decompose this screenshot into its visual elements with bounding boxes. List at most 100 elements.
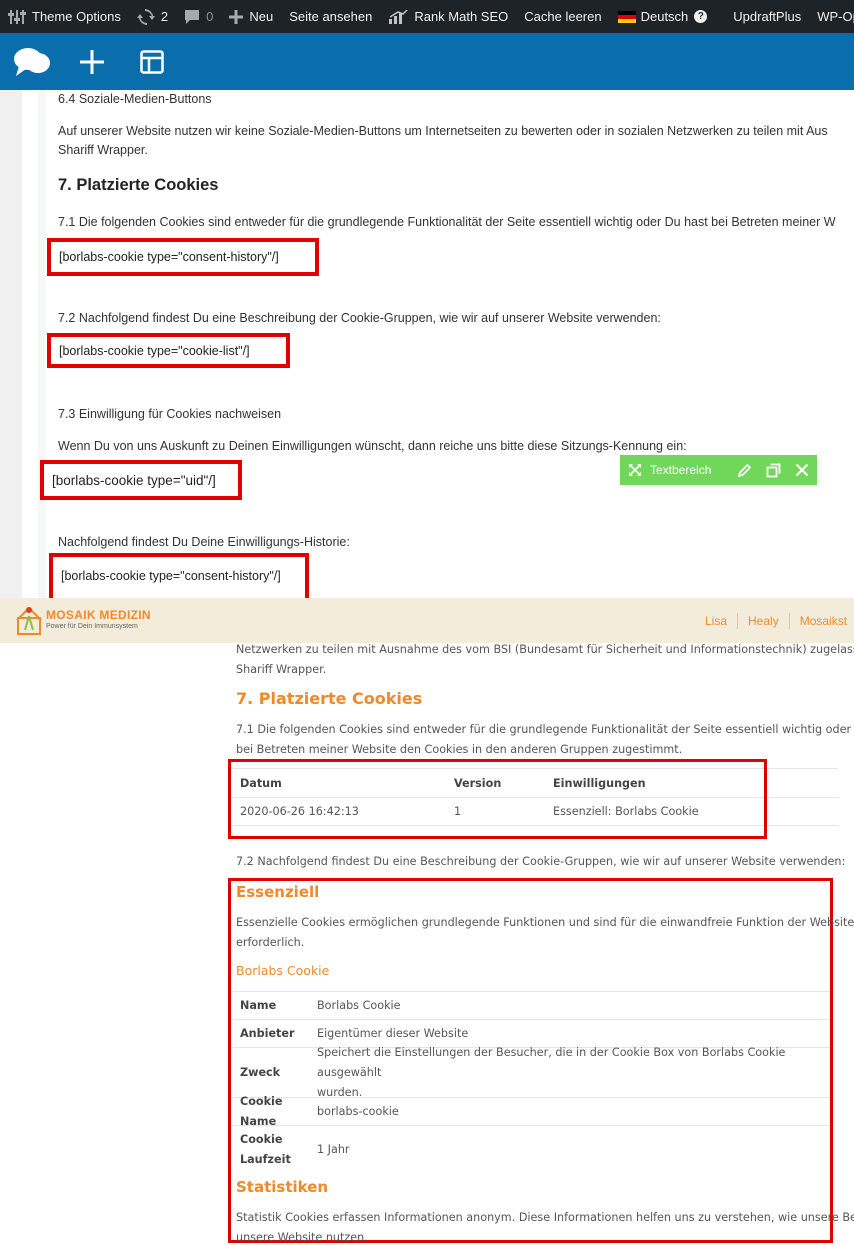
value-name: Borlabs Cookie	[317, 998, 401, 1012]
key-laufzeit-line2: Laufzeit	[240, 1153, 291, 1166]
table-row: Cookie Name borlabs-cookie	[233, 1095, 830, 1128]
nav-separator	[737, 612, 739, 629]
widget-label: Textbereich	[650, 463, 712, 477]
shortcode-cookie-list[interactable]: [borlabs-cookie type="cookie-list"/]	[47, 333, 290, 368]
clear-cache-label: Cache leeren	[524, 9, 602, 24]
shortcode-text: [borlabs-cookie type="consent-history"/]	[61, 569, 281, 583]
help-icon: ?	[694, 10, 708, 23]
group-title-essenziell: Essenziell	[236, 883, 320, 901]
paragraph-7-1: 7.1 Die folgenden Cookies sind entweder …	[58, 215, 836, 229]
table-row: Zweck Speichert die Einstellungen der Be…	[233, 1046, 830, 1099]
new-content-menu[interactable]: Neu	[221, 0, 281, 33]
view-site-link[interactable]: Seite ansehen	[281, 0, 380, 33]
rank-math-menu[interactable]: Rank Math SEO	[380, 0, 516, 33]
editor-canvas[interactable]: 6.4 Soziale-Medien-Buttons Auf unserer W…	[0, 90, 854, 598]
logo-name: MOSAIK MEDIZIN	[46, 607, 151, 622]
key-laufzeit-line1: Cookie	[240, 1133, 283, 1146]
site-logo[interactable]: MOSAIK MEDIZIN Power für Dein Immunsyste…	[16, 606, 151, 636]
updates-count: 2	[160, 9, 169, 24]
comments-menu[interactable]: 0	[176, 0, 221, 33]
shortcode-text: [borlabs-cookie type="cookie-list"/]	[59, 343, 250, 358]
nav-item-healy[interactable]: Healy	[748, 614, 779, 628]
heading-6-4: 6.4 Soziale-Medien-Buttons	[58, 92, 212, 106]
group2-desc-line2: unsere Website nutzen.	[236, 1231, 368, 1244]
theme-options-icon	[8, 9, 26, 24]
site-content: Netzwerken zu teilen mit Ausnahme des vo…	[0, 643, 854, 1245]
add-element-button[interactable]	[72, 42, 112, 82]
close-icon[interactable]	[795, 463, 809, 477]
intro-line1: Netzwerken zu teilen mit Ausnahme des vo…	[236, 643, 854, 656]
clear-cache-button[interactable]: Cache leeren	[516, 0, 609, 33]
comments-count: 0	[206, 9, 214, 24]
nav-separator	[788, 612, 790, 629]
paragraph-7-3: 7.3 Einwilligung für Cookies nachweisen	[58, 407, 282, 421]
paragraph-6-4-line1: Auf unserer Website nutzen wir keine Soz…	[58, 124, 828, 138]
nav-item-mosaikst[interactable]: Mosaikst	[800, 614, 847, 628]
updates-menu[interactable]: 2	[129, 0, 176, 33]
left-gutter	[0, 90, 22, 598]
theme-options-label: Theme Options	[32, 9, 121, 24]
comment-icon	[185, 9, 200, 24]
wp-optimize-menu[interactable]: WP-Op	[809, 0, 854, 33]
site-heading-7: 7. Platzierte Cookies	[236, 689, 423, 708]
key-zweck: Zweck	[240, 1065, 281, 1079]
widget-toolbar[interactable]: Textbereich	[620, 455, 817, 485]
paragraph-6-4-line2: Shariff Wrapper.	[58, 143, 148, 157]
editor-toolbar	[0, 33, 854, 90]
shortcode-uid[interactable]: [borlabs-cookie type="uid"/]	[40, 460, 242, 500]
shortcode-text: [borlabs-cookie type="uid"/]	[52, 472, 216, 488]
site-nav: Lisa Healy Mosaikst	[705, 598, 847, 643]
value-anbieter: Eigentümer dieser Website	[317, 1026, 469, 1040]
group2-desc-line1: Statistik Cookies erfassen Informationen…	[236, 1211, 854, 1224]
speech-bubble-icon	[14, 47, 50, 76]
theme-options-menu[interactable]: Theme Options	[0, 0, 129, 33]
edit-pencil-icon[interactable]	[737, 463, 752, 478]
group1-desc-line2: erforderlich.	[236, 936, 305, 949]
paragraph-7-3b: Wenn Du von uns Auskunft zu Deinen Einwi…	[58, 439, 687, 453]
value-cookie-name: borlabs-cookie	[317, 1104, 399, 1118]
cookie-details-table: Name Borlabs Cookie Anbieter Eigentümer …	[233, 991, 830, 1174]
duplicate-icon[interactable]	[766, 463, 781, 478]
site-p72: 7.2 Nachfolgend findest Du eine Beschrei…	[236, 855, 846, 868]
wp-admin-bar: Theme Options 2 0 Neu Seite ansehen Rank…	[0, 0, 854, 33]
column-handle	[38, 90, 46, 598]
plus-icon	[229, 9, 244, 24]
german-flag-icon	[617, 10, 636, 23]
shortcode-text: [borlabs-cookie type="consent-history"/]	[59, 250, 279, 264]
site-p71-line1: 7.1 Die folgenden Cookies sind entweder …	[236, 723, 854, 736]
nav-item-lisa[interactable]: Lisa	[705, 614, 727, 628]
shortcode-consent-history-2[interactable]: [borlabs-cookie type="consent-history"/]	[49, 553, 309, 598]
updraftplus-menu[interactable]: UpdraftPlus	[725, 0, 809, 33]
wp-optimize-label: WP-Op	[817, 9, 854, 24]
highlight-consent-history	[228, 759, 767, 839]
table-row: Name Borlabs Cookie	[233, 991, 830, 1019]
view-site-label: Seite ansehen	[289, 9, 373, 24]
heading-7: 7. Platzierte Cookies	[58, 176, 219, 194]
layout-template-button[interactable]	[132, 42, 172, 82]
key-cookie-name: Cookie Name	[240, 1094, 283, 1128]
new-label: Neu	[249, 9, 274, 24]
shortcode-consent-history[interactable]: [borlabs-cookie type="consent-history"/]	[47, 238, 319, 276]
group1-desc-line1: Essenzielle Cookies ermöglichen grundleg…	[236, 916, 854, 929]
cookie-title-borlabs: Borlabs Cookie	[236, 963, 330, 978]
layout-icon	[140, 49, 164, 74]
paragraph-7-2: 7.2 Nachfolgend findest Du eine Beschrei…	[58, 311, 661, 325]
value-zweck-line1: Speichert die Einstellungen der Besucher…	[317, 1045, 786, 1079]
comments-tool-button[interactable]	[12, 42, 52, 82]
key-anbieter: Anbieter	[240, 1026, 295, 1040]
paragraph-7-4: Nachfolgend findest Du Deine Einwilligun…	[58, 535, 350, 549]
move-icon	[629, 464, 641, 476]
key-name: Name	[240, 998, 277, 1012]
rank-math-icon	[389, 9, 408, 24]
value-zweck-line2: wurden.	[317, 1085, 363, 1099]
mosaik-logo-icon	[16, 606, 42, 635]
site-p71-line2: bei Betreten meiner Website den Cookies …	[236, 743, 683, 756]
language-label: Deutsch	[640, 9, 689, 24]
group-title-statistiken: Statistiken	[236, 1178, 329, 1196]
language-switcher[interactable]: Deutsch ?	[610, 0, 716, 33]
intro-line2: Shariff Wrapper.	[236, 663, 327, 676]
updraftplus-label: UpdraftPlus	[733, 9, 802, 24]
rank-math-label: Rank Math SEO	[414, 9, 509, 24]
value-laufzeit: 1 Jahr	[317, 1143, 350, 1156]
updates-icon	[136, 8, 155, 25]
